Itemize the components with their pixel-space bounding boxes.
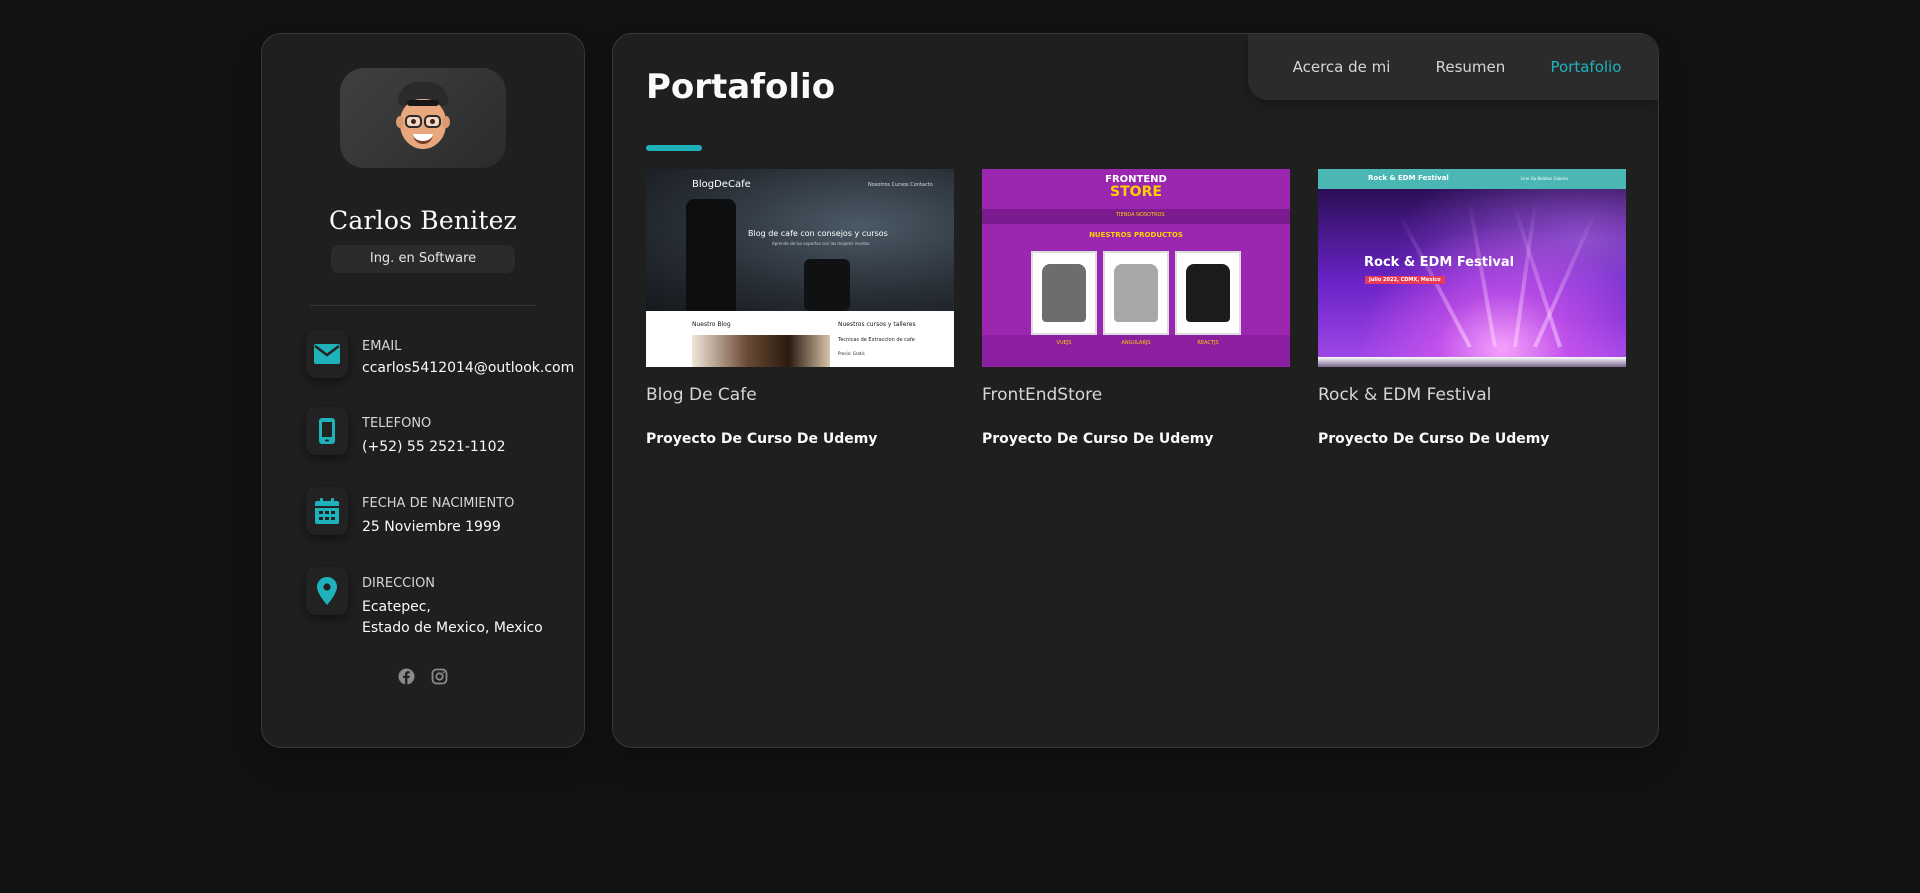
- top-navbar: Acerca de mi Resumen Portafolio: [1248, 34, 1658, 100]
- contact-phone: TELEFONO (+52) 55 2521-1102: [306, 407, 584, 458]
- nav-link-portfolio[interactable]: Portafolio: [1550, 58, 1621, 76]
- memoji-avatar-icon: [393, 82, 453, 154]
- project-thumbnail[interactable]: FRONTEND STORE TIENDA NOSOTROS NUESTROS …: [982, 169, 1290, 367]
- project-subtitle: Proyecto De Curso De Udemy: [1318, 431, 1550, 447]
- project-title: Rock & EDM Festival: [1318, 385, 1492, 405]
- thumb-hero-sub: Aprende de los expertos con las mejores …: [772, 241, 870, 246]
- thumb-section-left: Nuestro Blog: [692, 321, 731, 328]
- calendar-icon: [306, 487, 348, 535]
- profile-sidebar: Carlos Benitez Ing. en Software EMAIL cc…: [261, 33, 585, 748]
- contacts-list: EMAIL ccarlos5412014@outlook.com TELEFON…: [262, 330, 584, 639]
- contact-address: DIRECCION Ecatepec, Estado de Mexico, Me…: [306, 567, 584, 639]
- thumb-section-right: Nuestros cursos y talleres: [838, 321, 916, 328]
- sidebar-separator: [310, 305, 536, 306]
- project-subtitle: Proyecto De Curso De Udemy: [646, 431, 878, 447]
- shirt-icon: [1031, 251, 1097, 335]
- profile-title-badge: Ing. en Software: [331, 245, 515, 273]
- project-card-rock-edm-festival[interactable]: Rock & EDM Festival Line Up Boletos Gale…: [1318, 169, 1626, 447]
- project-card-frontendstore[interactable]: FRONTEND STORE TIENDA NOSOTROS NUESTROS …: [982, 169, 1290, 447]
- title-underline: [646, 145, 702, 151]
- thumb-product-label: ANGULARJS: [1121, 340, 1151, 346]
- instagram-icon[interactable]: [431, 668, 448, 685]
- phone-icon: [306, 407, 348, 455]
- contact-label: EMAIL: [362, 339, 402, 354]
- thumb-nav: TIENDA NOSOTROS: [1116, 212, 1165, 218]
- thumb-menu: Nosotros Cursos Contacto: [868, 182, 933, 188]
- thumb-section-right-item: Tecnicas de Extraccion de cafe: [838, 337, 915, 343]
- contact-birthday: FECHA DE NACIMIENTO 25 Noviembre 1999: [306, 487, 584, 538]
- project-title: Blog De Cafe: [646, 385, 757, 405]
- contact-birthday-value: 25 Noviembre 1999: [362, 519, 501, 535]
- project-subtitle: Proyecto De Curso De Udemy: [982, 431, 1214, 447]
- project-thumbnail[interactable]: Rock & EDM Festival Line Up Boletos Gale…: [1318, 169, 1626, 367]
- social-links: [262, 668, 584, 685]
- thumb-product-label: VUEJS: [1056, 340, 1072, 346]
- profile-name: Carlos Benitez: [329, 206, 517, 235]
- shirt-icon: [1103, 251, 1169, 335]
- thumb-heading: NUESTROS PRODUCTOS: [1089, 231, 1183, 239]
- project-thumbnail[interactable]: BlogDeCafe Nosotros Cursos Contacto Blog…: [646, 169, 954, 367]
- shirt-icon: [1175, 251, 1241, 335]
- map-pin-icon: [306, 567, 348, 615]
- thumb-section-right-meta: Precio: Gratis: [838, 351, 865, 356]
- contact-label: TELEFONO: [362, 416, 432, 431]
- facebook-icon[interactable]: [398, 668, 415, 685]
- contact-phone-link[interactable]: (+52) 55 2521-1102: [362, 437, 506, 458]
- thumb-brand-line2: STORE: [1110, 184, 1162, 200]
- nav-link-about[interactable]: Acerca de mi: [1293, 58, 1391, 76]
- nav-link-resume[interactable]: Resumen: [1436, 58, 1506, 76]
- contact-email-link[interactable]: ccarlos5412014@outlook.com: [362, 360, 574, 376]
- thumb-header-title: Rock & EDM Festival: [1368, 174, 1449, 182]
- thumb-header-links: Line Up Boletos Galeria: [1521, 176, 1568, 181]
- thumb-product-label: REACTJS: [1197, 340, 1219, 346]
- contact-address-line2: Estado de Mexico, Mexico: [362, 620, 543, 636]
- avatar: [340, 68, 506, 168]
- contact-label: FECHA DE NACIMIENTO: [362, 496, 515, 511]
- project-card-blog-de-cafe[interactable]: BlogDeCafe Nosotros Cursos Contacto Blog…: [646, 169, 954, 447]
- envelope-icon: [306, 330, 348, 378]
- contact-address-line1: Ecatepec,: [362, 599, 431, 615]
- thumb-hero-title: Rock & EDM Festival: [1364, 255, 1515, 270]
- project-title: FrontEndStore: [982, 385, 1103, 405]
- contact-email: EMAIL ccarlos5412014@outlook.com: [306, 330, 584, 378]
- page-title: Portafolio: [646, 67, 836, 107]
- thumb-hero-badge: Julio 2022, CDMX, Mexico: [1365, 276, 1445, 284]
- portfolio-panel: Acerca de mi Resumen Portafolio Portafol…: [612, 33, 1659, 748]
- thumb-logo: BlogDeCafe: [692, 179, 751, 190]
- projects-list: BlogDeCafe Nosotros Cursos Contacto Blog…: [646, 169, 1626, 447]
- thumb-hero-text: Blog de cafe con consejos y cursos: [748, 229, 888, 238]
- contact-label: DIRECCION: [362, 576, 436, 591]
